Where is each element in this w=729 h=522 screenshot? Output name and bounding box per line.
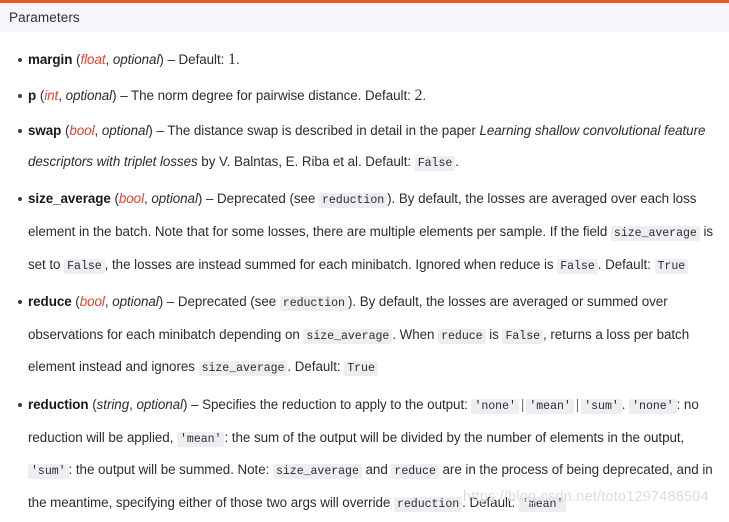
paren-close: ): [112, 87, 117, 103]
list-item: swap (bool, optional) – The distance swa…: [0, 116, 729, 179]
dash: –: [167, 52, 175, 67]
dash: –: [166, 294, 175, 310]
default-label: Default:: [365, 87, 411, 103]
code-literal: reduce: [438, 328, 486, 344]
default-label: Default:: [178, 52, 225, 67]
param-type: bool: [69, 123, 95, 139]
code-literal: 'none': [471, 398, 519, 414]
param-name-p: p: [28, 87, 37, 103]
param-type: float: [80, 52, 106, 67]
param-description-cont: is: [489, 326, 499, 342]
comma: ,: [105, 52, 110, 67]
code-literal: reduction: [318, 193, 388, 209]
param-description: Specifies the reduction to apply to the …: [202, 396, 468, 412]
dash: –: [205, 191, 214, 207]
param-optional-label: optional: [112, 294, 159, 310]
dash: –: [191, 396, 199, 412]
param-name-size-average: size_average: [28, 191, 111, 207]
dash: –: [156, 123, 164, 139]
code-literal: size_average: [272, 464, 362, 480]
code-literal: 'sum': [581, 398, 622, 414]
list-item: p (int, optional) – The norm degree for …: [0, 81, 729, 112]
code-literal-default: 'mean': [518, 496, 567, 512]
default-label: . Default:: [597, 256, 651, 272]
code-literal: False: [64, 258, 105, 274]
period: .: [235, 52, 240, 67]
list-item: reduce (bool, optional) – Deprecated (se…: [0, 287, 729, 385]
period: .: [455, 153, 459, 169]
param-optional-label: optional: [136, 396, 183, 412]
code-literal: reduce: [391, 464, 439, 480]
param-description: The distance swap is described in detail…: [167, 123, 476, 139]
code-literal-default: True: [654, 258, 689, 274]
parameters-body: margin (float, optional) – Default: 1. p…: [0, 32, 729, 521]
code-literal: 'sum': [28, 464, 69, 480]
dash: –: [120, 87, 128, 103]
param-name-margin: margin: [28, 52, 73, 67]
param-name-swap: swap: [28, 123, 62, 139]
code-literal: False: [414, 155, 456, 171]
param-name-reduction: reduction: [28, 396, 89, 412]
code-literal: 'none': [629, 398, 677, 414]
period: .: [621, 396, 626, 412]
default-label: . Default:: [287, 359, 341, 375]
param-name-reduce: reduce: [28, 294, 72, 310]
paren-close: ): [148, 123, 153, 139]
comma: ,: [144, 191, 148, 207]
param-description-cont: by V. Balntas, E. Riba et al. Default:: [201, 153, 412, 169]
parameters-header: Parameters: [0, 0, 729, 32]
paren-close: ): [159, 52, 164, 67]
param-description-cont: . When: [392, 326, 435, 342]
period: .: [422, 87, 427, 103]
comma: ,: [58, 87, 62, 103]
paren-close: ): [197, 191, 203, 207]
paren-close: ): [182, 396, 188, 412]
code-literal: size_average: [198, 361, 288, 377]
code-literal: 'mean': [526, 398, 574, 414]
code-literal-default: True: [344, 361, 378, 377]
param-description-cont: and: [365, 462, 388, 478]
param-type: int: [44, 87, 59, 103]
default-label: . Default:: [462, 494, 516, 510]
default-value: 1: [227, 51, 236, 68]
parameter-list: margin (float, optional) – Default: 1. p…: [0, 32, 729, 520]
code-literal: 'mean': [177, 431, 225, 447]
code-literal: reduction: [279, 296, 348, 312]
code-literal: size_average: [610, 225, 700, 241]
param-description-cont: : the output will be summed. Note:: [68, 462, 270, 478]
param-type: string: [96, 396, 130, 412]
param-optional-label: optional: [101, 123, 149, 139]
param-description: The norm degree for pairwise distance.: [131, 87, 362, 103]
param-description: Deprecated (see: [217, 191, 316, 207]
param-type: bool: [118, 191, 145, 207]
param-optional-label: optional: [151, 191, 198, 207]
page-title: Parameters: [9, 10, 80, 25]
param-optional-label: optional: [65, 87, 113, 103]
code-literal: reduction: [393, 496, 463, 512]
list-item: reduction (string, optional) – Specifies…: [0, 390, 729, 520]
param-description: Deprecated (see: [177, 294, 277, 310]
code-literal: False: [557, 258, 598, 274]
param-type: bool: [79, 294, 105, 310]
list-item: margin (float, optional) – Default: 1.: [0, 45, 729, 76]
list-item: size_average (bool, optional) – Deprecat…: [0, 184, 729, 282]
comma: ,: [129, 396, 133, 412]
comma: ,: [104, 294, 109, 310]
code-literal: size_average: [303, 328, 393, 344]
comma: ,: [94, 123, 99, 139]
code-literal: False: [502, 328, 544, 344]
param-description-cont: , the losses are instead summed for each…: [104, 256, 554, 272]
param-description-cont: : the sum of the output will be divided …: [224, 429, 685, 445]
paren-close: ): [158, 294, 164, 310]
param-optional-label: optional: [112, 52, 160, 67]
